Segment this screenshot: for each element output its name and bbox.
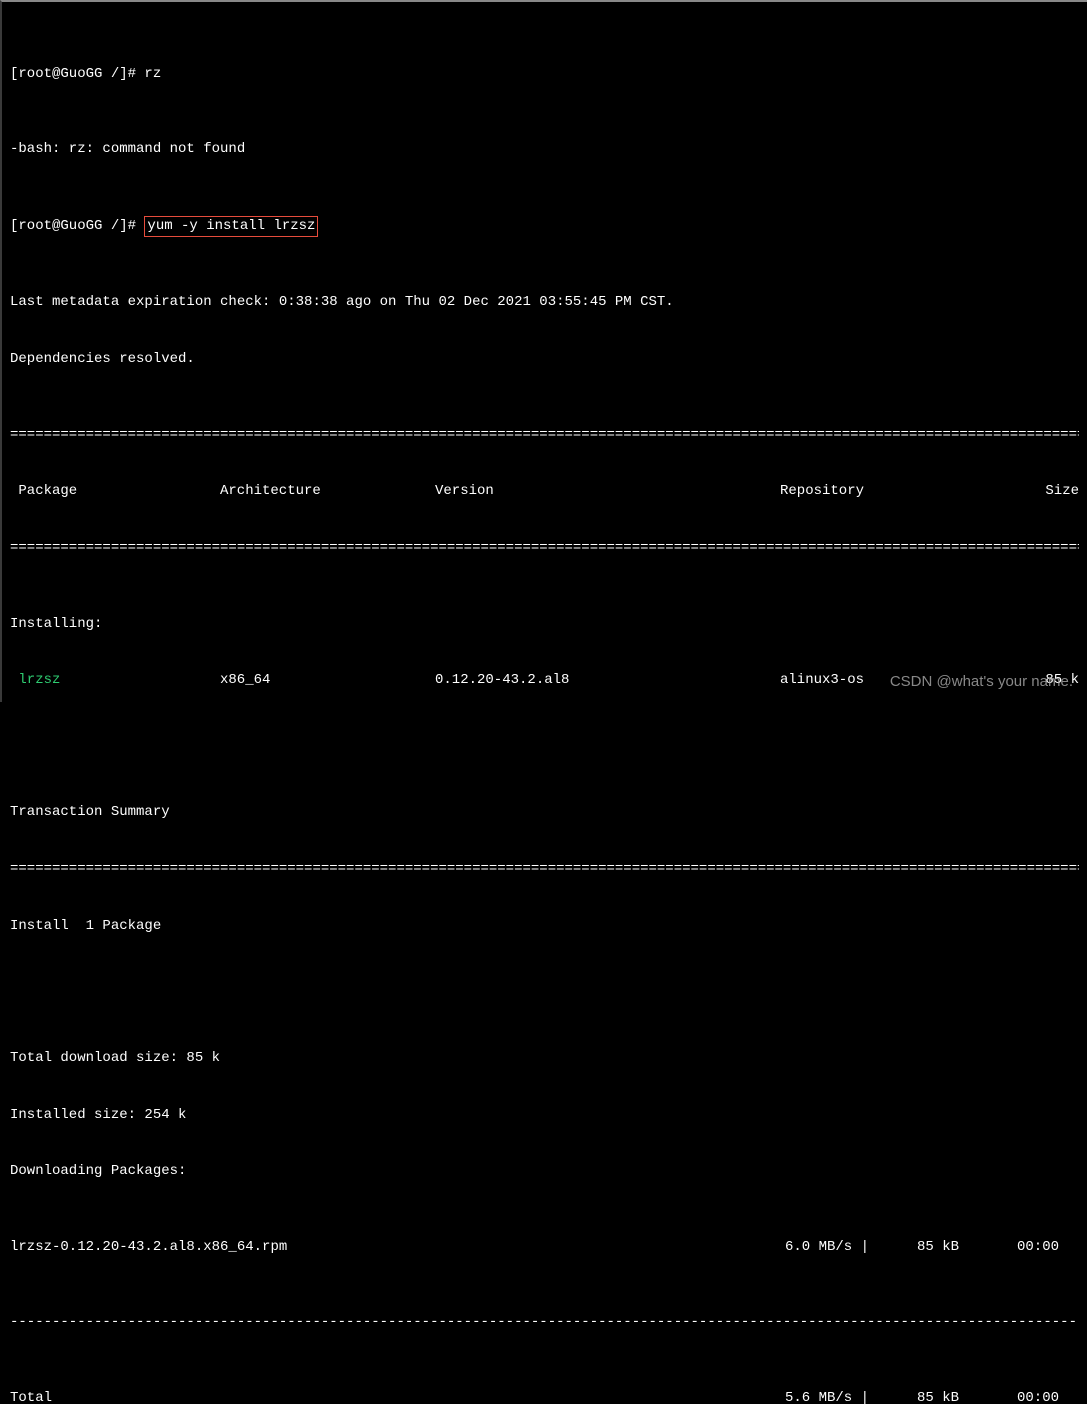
blank-line	[10, 992, 1079, 1011]
download-size: Total download size: 85 k	[10, 1049, 1079, 1068]
total-row: Total 5.6 MB/s | 85 kB 00:00	[10, 1389, 1079, 1404]
total-label: Total	[10, 1389, 759, 1404]
dl-time: 00:00	[959, 1238, 1079, 1257]
dl-filename: lrzsz-0.12.20-43.2.al8.x86_64.rpm	[10, 1238, 759, 1257]
separator-line: ========================================…	[10, 426, 1079, 445]
shell-prompt: [root@GuoGG /]#	[10, 66, 144, 82]
install-count: Install 1 Package	[10, 917, 1079, 936]
shell-prompt: [root@GuoGG /]#	[10, 218, 144, 234]
installing-header: Installing:	[10, 615, 1079, 634]
total-speed: 5.6 MB/s |	[759, 1389, 869, 1404]
download-row: lrzsz-0.12.20-43.2.al8.x86_64.rpm 6.0 MB…	[10, 1238, 1079, 1257]
deps-resolved: Dependencies resolved.	[10, 350, 1079, 369]
prompt-line-1: [root@GuoGG /]# rz	[10, 65, 1079, 84]
col-version: Version	[435, 482, 780, 501]
col-size: Size	[1009, 482, 1079, 501]
downloading-header: Downloading Packages:	[10, 1162, 1079, 1181]
dl-speed: 6.0 MB/s |	[759, 1238, 869, 1257]
pkg-name: lrzsz	[10, 671, 220, 690]
separator-line: ========================================…	[10, 539, 1079, 558]
col-package: Package	[10, 482, 220, 501]
tx-summary-header: Transaction Summary	[10, 803, 1079, 822]
command-text: rz	[144, 66, 161, 82]
highlighted-command: yum -y install lrzsz	[144, 216, 318, 237]
dl-size: 85 kB	[869, 1238, 959, 1257]
total-time: 00:00	[959, 1389, 1079, 1404]
separator-line: ========================================…	[10, 860, 1079, 879]
col-repo: Repository	[780, 482, 1009, 501]
blank-line	[10, 747, 1079, 766]
terminal-window[interactable]: [root@GuoGG /]# rz -bash: rz: command no…	[0, 0, 1087, 702]
total-size: 85 kB	[869, 1389, 959, 1404]
col-arch: Architecture	[220, 482, 435, 501]
pkg-version: 0.12.20-43.2.al8	[435, 671, 780, 690]
dash-separator: ----------------------------------------…	[10, 1313, 1079, 1332]
installed-size: Installed size: 254 k	[10, 1106, 1079, 1125]
pkg-arch: x86_64	[220, 671, 435, 690]
table-header: Package Architecture Version Repository …	[10, 482, 1079, 501]
prompt-line-2: [root@GuoGG /]# yum -y install lrzsz	[10, 216, 1079, 237]
metadata-line: Last metadata expiration check: 0:38:38 …	[10, 293, 1079, 312]
watermark-text: CSDN @what's your name.	[890, 672, 1073, 692]
error-line: -bash: rz: command not found	[10, 140, 1079, 159]
